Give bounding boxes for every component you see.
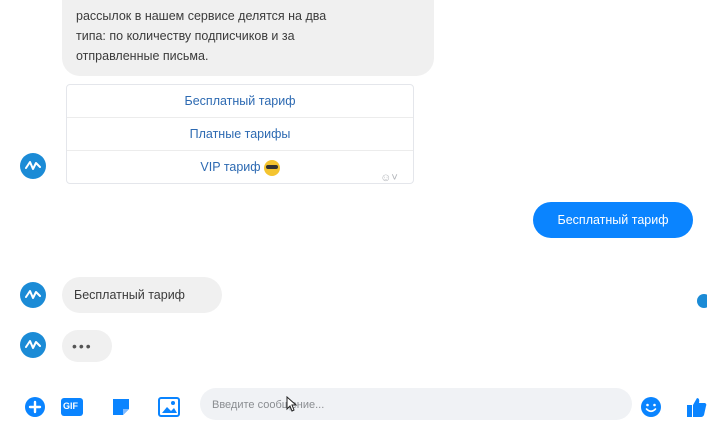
message-input-wrapper[interactable] bbox=[200, 388, 632, 422]
user-message-text: Бесплатный тариф bbox=[557, 213, 669, 227]
thumbs-up-icon[interactable] bbox=[686, 396, 707, 418]
bot-avatar-icon bbox=[20, 153, 46, 179]
quick-reply-paid[interactable]: Платные тарифы bbox=[67, 118, 413, 151]
bot-reply-bubble: Бесплатный тариф bbox=[62, 277, 222, 313]
gif-icon[interactable]: GIF bbox=[60, 396, 83, 418]
sunglasses-emoji-icon bbox=[263, 159, 280, 176]
image-icon[interactable] bbox=[158, 396, 180, 418]
quick-reply-label: Платные тарифы bbox=[189, 127, 291, 141]
plus-circle-icon[interactable] bbox=[24, 396, 46, 418]
reaction-icon[interactable]: ☺˅ bbox=[378, 171, 400, 185]
typing-indicator: ••• bbox=[62, 330, 112, 362]
bot-avatar-icon bbox=[20, 332, 46, 358]
bot-message-text: рассылок в нашем сервисе делятся на два … bbox=[76, 9, 327, 63]
message-input[interactable] bbox=[210, 388, 614, 422]
quick-reply-vip[interactable]: VIP тариф bbox=[67, 151, 413, 183]
emoji-icon[interactable] bbox=[640, 396, 662, 418]
mouse-cursor-icon bbox=[286, 396, 298, 412]
bot-avatar-icon bbox=[20, 282, 46, 308]
typing-dots: ••• bbox=[72, 338, 93, 354]
quick-replies: Бесплатный тариф Платные тарифы VIP тари… bbox=[66, 84, 414, 184]
user-message-bubble: Бесплатный тариф bbox=[533, 202, 693, 238]
quick-reply-label: Бесплатный тариф bbox=[184, 94, 296, 108]
quick-reply-free[interactable]: Бесплатный тариф bbox=[67, 85, 413, 118]
quick-reply-label: VIP тариф bbox=[200, 160, 261, 174]
bot-message-bubble: рассылок в нашем сервисе делятся на два … bbox=[62, 0, 434, 76]
sticker-icon[interactable] bbox=[110, 396, 132, 418]
message-composer: GIF bbox=[0, 384, 707, 423]
bot-reply-text: Бесплатный тариф bbox=[74, 288, 185, 302]
gif-label: GIF bbox=[63, 401, 78, 411]
seen-indicator-icon bbox=[697, 294, 707, 308]
